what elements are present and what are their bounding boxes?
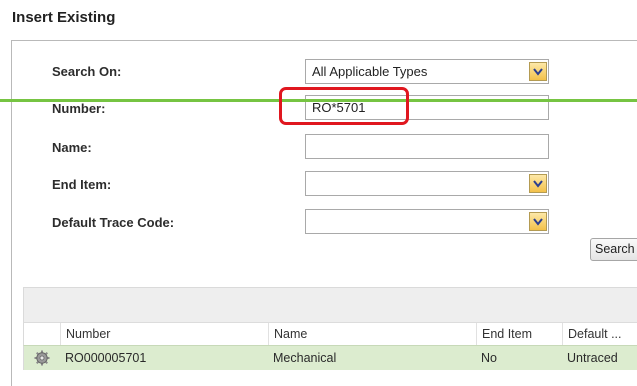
search-button[interactable]: Search bbox=[590, 238, 637, 261]
cell-end-item: No bbox=[481, 351, 497, 365]
column-header-name[interactable]: Name bbox=[268, 323, 476, 345]
table-row[interactable]: RO000005701 Mechanical No Untraced bbox=[23, 345, 637, 370]
annotation-highlight-box bbox=[279, 87, 409, 125]
end-item-label: End Item: bbox=[52, 177, 112, 192]
cell-name: Mechanical bbox=[273, 351, 337, 365]
search-on-select[interactable]: All Applicable Types bbox=[305, 59, 549, 84]
end-item-select[interactable] bbox=[305, 171, 549, 196]
cell-number: RO000005701 bbox=[65, 351, 147, 365]
search-on-value: All Applicable Types bbox=[312, 64, 428, 79]
cell-default: Untraced bbox=[567, 351, 618, 365]
name-label: Name: bbox=[52, 140, 92, 155]
gear-icon[interactable] bbox=[34, 350, 50, 369]
name-input[interactable] bbox=[305, 134, 549, 159]
results-toolbar bbox=[23, 287, 637, 322]
dialog-title: Insert Existing bbox=[12, 9, 116, 26]
search-on-label: Search On: bbox=[52, 64, 122, 79]
chevron-down-icon[interactable] bbox=[529, 62, 547, 81]
default-trace-code-select[interactable] bbox=[305, 209, 549, 234]
column-header-end-item[interactable]: End Item bbox=[476, 323, 562, 345]
default-trace-code-label: Default Trace Code: bbox=[52, 215, 175, 230]
number-label: Number: bbox=[52, 101, 106, 116]
column-header-default[interactable]: Default ... bbox=[562, 323, 637, 345]
column-header-icon bbox=[24, 323, 60, 345]
chevron-down-icon[interactable] bbox=[529, 174, 547, 193]
chevron-down-icon[interactable] bbox=[529, 212, 547, 231]
results-header: Number Name End Item Default ... bbox=[23, 322, 637, 345]
column-header-number[interactable]: Number bbox=[60, 323, 268, 345]
